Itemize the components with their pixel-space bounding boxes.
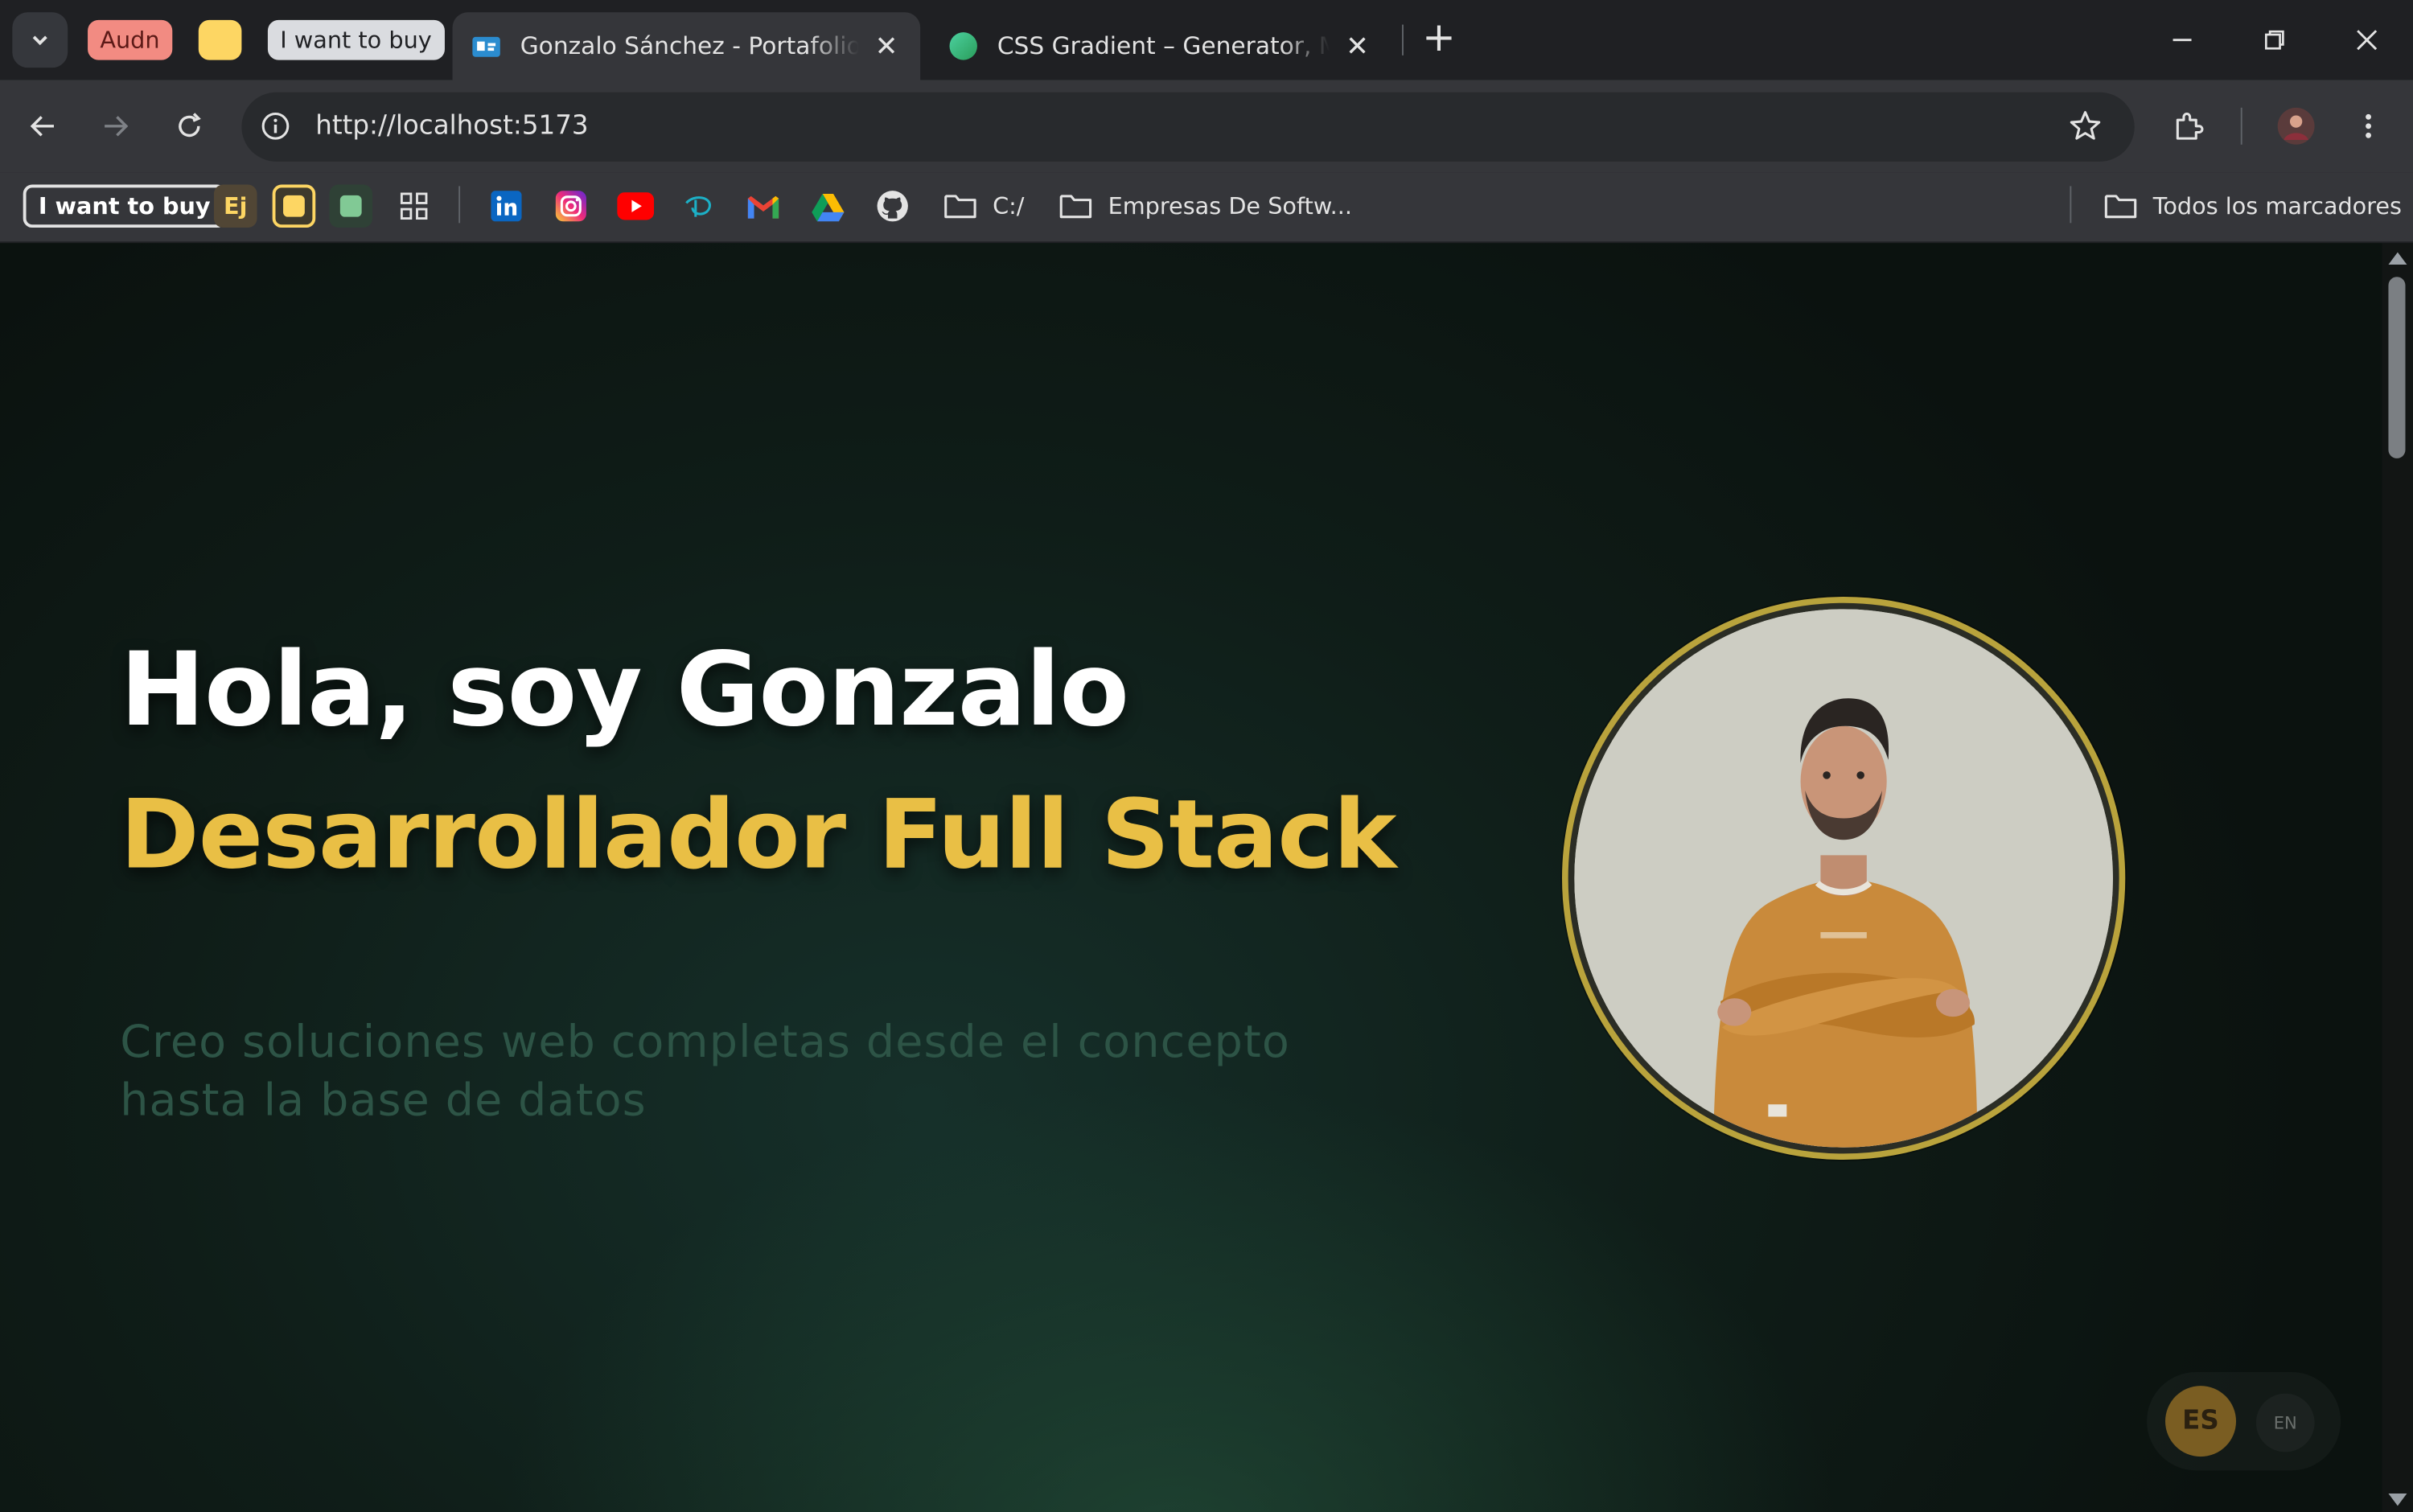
folder-icon (2104, 195, 2137, 219)
tab-search-button[interactable] (12, 12, 68, 68)
bookmark-ej[interactable]: Ej (213, 184, 257, 228)
site-info-icon[interactable] (257, 108, 294, 145)
menu-button[interactable] (2344, 101, 2393, 150)
portfolio-favicon-icon (472, 36, 500, 57)
forward-button[interactable] (91, 101, 140, 150)
minimize-button[interactable] (2136, 12, 2229, 68)
close-icon (2357, 30, 2378, 51)
instagram-icon[interactable] (554, 185, 588, 228)
tab-group-audn[interactable]: Audn (88, 19, 172, 60)
address-bar[interactable]: http://localhost:5173 (241, 92, 2135, 162)
bookmark-folder-c[interactable]: C:/ (943, 185, 1024, 228)
page-scrollbar[interactable] (2382, 243, 2413, 1512)
tab-group-yellow[interactable] (198, 19, 242, 60)
reload-icon (179, 113, 201, 138)
toolbar-separator (2240, 107, 2242, 145)
restore-icon (2264, 30, 2284, 50)
extensions-button[interactable] (2164, 101, 2213, 150)
hero-description: Creo soluciones web completas desde el c… (120, 1015, 1291, 1126)
profile-avatar[interactable] (2271, 101, 2321, 150)
close-icon[interactable]: ✕ (871, 30, 902, 62)
bookmark-i-want-to-buy[interactable]: I want to buy (23, 184, 226, 228)
bookmarks-separator (458, 186, 461, 224)
restore-button[interactable] (2228, 12, 2321, 68)
disney-icon[interactable] (682, 185, 716, 228)
reload-button[interactable] (165, 101, 214, 150)
more-vertical-icon (2366, 113, 2372, 138)
drive-icon[interactable] (811, 185, 845, 228)
apps-icon[interactable] (397, 185, 431, 228)
scroll-up-arrow-icon[interactable] (2388, 252, 2407, 265)
tab-css-gradient[interactable]: CSS Gradient – Generator, Maker ✕ (930, 12, 1391, 80)
tab-title: Gonzalo Sánchez - Portafolio Web (520, 32, 859, 60)
hero-role: Desarrollador Full Stack (120, 778, 1396, 891)
folder-icon (1059, 195, 1092, 219)
bookmark-star-icon[interactable] (2067, 108, 2104, 151)
bookmarks-separator (2070, 186, 2072, 224)
bookmark-yellow-group[interactable] (272, 184, 316, 228)
profile-photo (1561, 597, 2126, 1161)
css-gradient-favicon-icon (949, 32, 977, 60)
minimize-icon (2173, 39, 2192, 42)
language-en-button[interactable]: EN (2255, 1393, 2315, 1452)
bookmarks-bar: I want to buy Ej C:/ Empresas De Softw..… (0, 172, 2413, 244)
tab-title: CSS Gradient – Generator, Maker (997, 32, 1330, 60)
arrow-right-icon (105, 116, 129, 137)
tab-portfolio[interactable]: Gonzalo Sánchez - Portafolio Web ✕ (452, 12, 921, 80)
tab-separator (1402, 24, 1404, 55)
puzzle-icon (2176, 113, 2204, 140)
gmail-icon[interactable] (746, 185, 780, 228)
page-content: Hola, soy Gonzalo Desarrollador Full Sta… (0, 243, 2382, 1512)
profile-photo-image (1574, 609, 2113, 1148)
language-es-button[interactable]: ES (2165, 1386, 2237, 1457)
tab-group-want[interactable]: I want to buy (267, 19, 445, 60)
folder-icon (944, 195, 976, 219)
new-tab-button[interactable]: + (1419, 18, 1459, 62)
avatar-icon (2277, 107, 2315, 145)
scrollbar-thumb[interactable] (2388, 277, 2406, 458)
bookmark-folder-empresas[interactable]: Empresas De Softw... (1059, 185, 1352, 228)
tab-strip: Audn I want to buy Gonzalo Sánchez - Por… (0, 0, 2413, 80)
scroll-down-arrow-icon[interactable] (2388, 1494, 2407, 1506)
github-icon[interactable] (876, 185, 910, 228)
url-text[interactable]: http://localhost:5173 (315, 111, 588, 142)
arrow-left-icon (30, 116, 54, 137)
language-switcher: ES EN (2147, 1372, 2341, 1470)
all-bookmarks-folder[interactable]: Todos los marcadores (2103, 185, 2402, 228)
browser-toolbar: http://localhost:5173 (0, 80, 2413, 173)
back-button[interactable] (18, 101, 68, 150)
chevron-down-icon (32, 35, 47, 46)
linkedin-icon[interactable] (489, 185, 523, 228)
bookmark-green-group[interactable] (329, 184, 373, 228)
close-icon[interactable]: ✕ (1342, 30, 1372, 62)
close-window-button[interactable] (2321, 12, 2413, 68)
youtube-icon[interactable] (617, 185, 655, 228)
hero-greeting: Hola, soy Gonzalo (120, 631, 1129, 750)
